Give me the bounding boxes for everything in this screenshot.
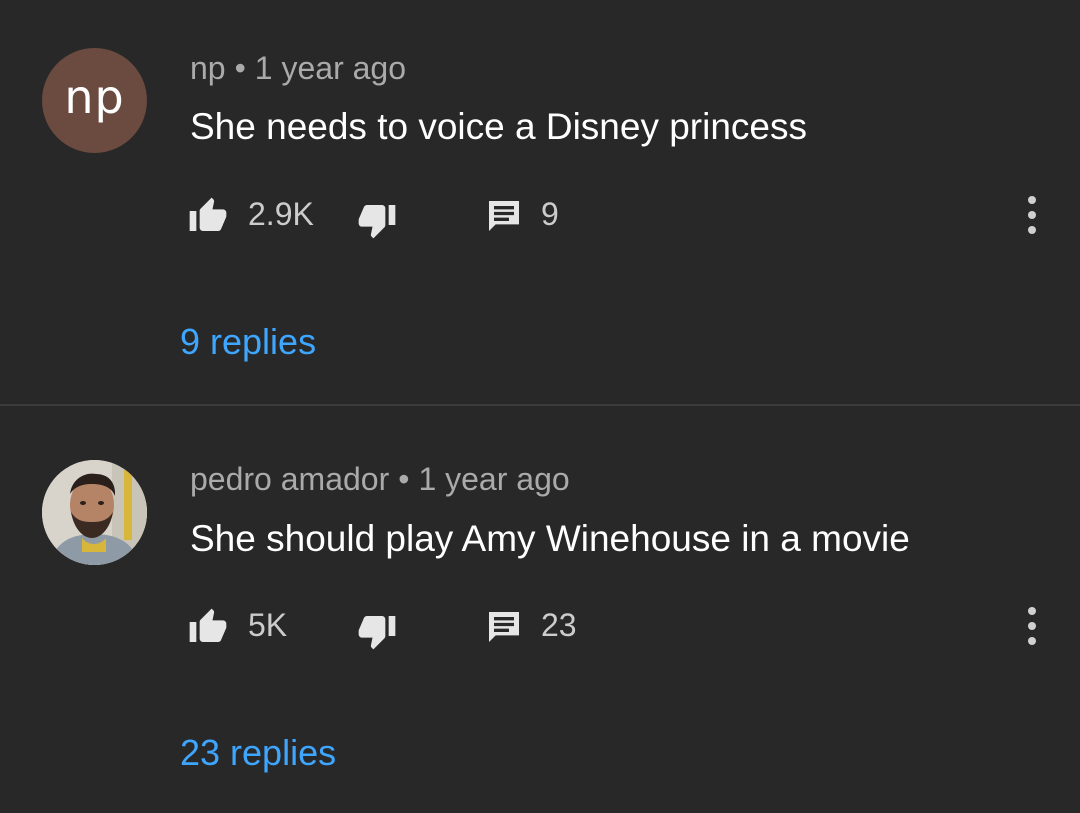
meta-separator: •: [234, 50, 246, 86]
comment-text: She needs to voice a Disney princess: [190, 106, 808, 147]
view-replies-link[interactable]: 23 replies: [180, 732, 336, 774]
like-count: 2.9K: [248, 196, 314, 232]
comment-text: She should play Amy Winehouse in a movie: [190, 518, 910, 559]
view-replies-link[interactable]: 9 replies: [180, 321, 316, 363]
reply-icon[interactable]: [484, 196, 524, 236]
more-vert-icon[interactable]: [1012, 194, 1052, 238]
comment-meta: np • 1 year ago: [190, 50, 406, 87]
thumbs-up-icon[interactable]: [188, 196, 228, 236]
reply-count: 23: [541, 607, 577, 643]
comment-actions: 2.9K 9: [0, 194, 1080, 239]
thumbs-up-icon[interactable]: [188, 607, 228, 647]
avatar-initials: np: [64, 70, 125, 124]
comment-item: pedro amador • 1 year ago She should play …: [0, 406, 1080, 813]
thumbs-down-icon[interactable]: [357, 200, 397, 240]
comment-meta: pedro amador • 1 year ago: [190, 461, 570, 498]
avatar-photo: [42, 460, 147, 565]
author-name[interactable]: pedro amador: [190, 461, 389, 497]
thumbs-down-icon[interactable]: [357, 611, 397, 651]
avatar[interactable]: np: [42, 48, 147, 153]
comment-time[interactable]: 1 year ago: [418, 461, 569, 497]
more-vert-icon[interactable]: [1012, 605, 1052, 649]
comment-actions: 5K 23: [0, 605, 1080, 650]
avatar[interactable]: [42, 460, 147, 565]
author-name[interactable]: np: [190, 50, 226, 86]
reply-icon[interactable]: [484, 607, 524, 647]
comment-item: np np • 1 year ago She needs to voice a Di…: [0, 0, 1080, 404]
comment-time[interactable]: 1 year ago: [255, 50, 406, 86]
like-count: 5K: [248, 607, 288, 643]
meta-separator: •: [398, 461, 410, 497]
reply-count: 9: [541, 196, 559, 232]
